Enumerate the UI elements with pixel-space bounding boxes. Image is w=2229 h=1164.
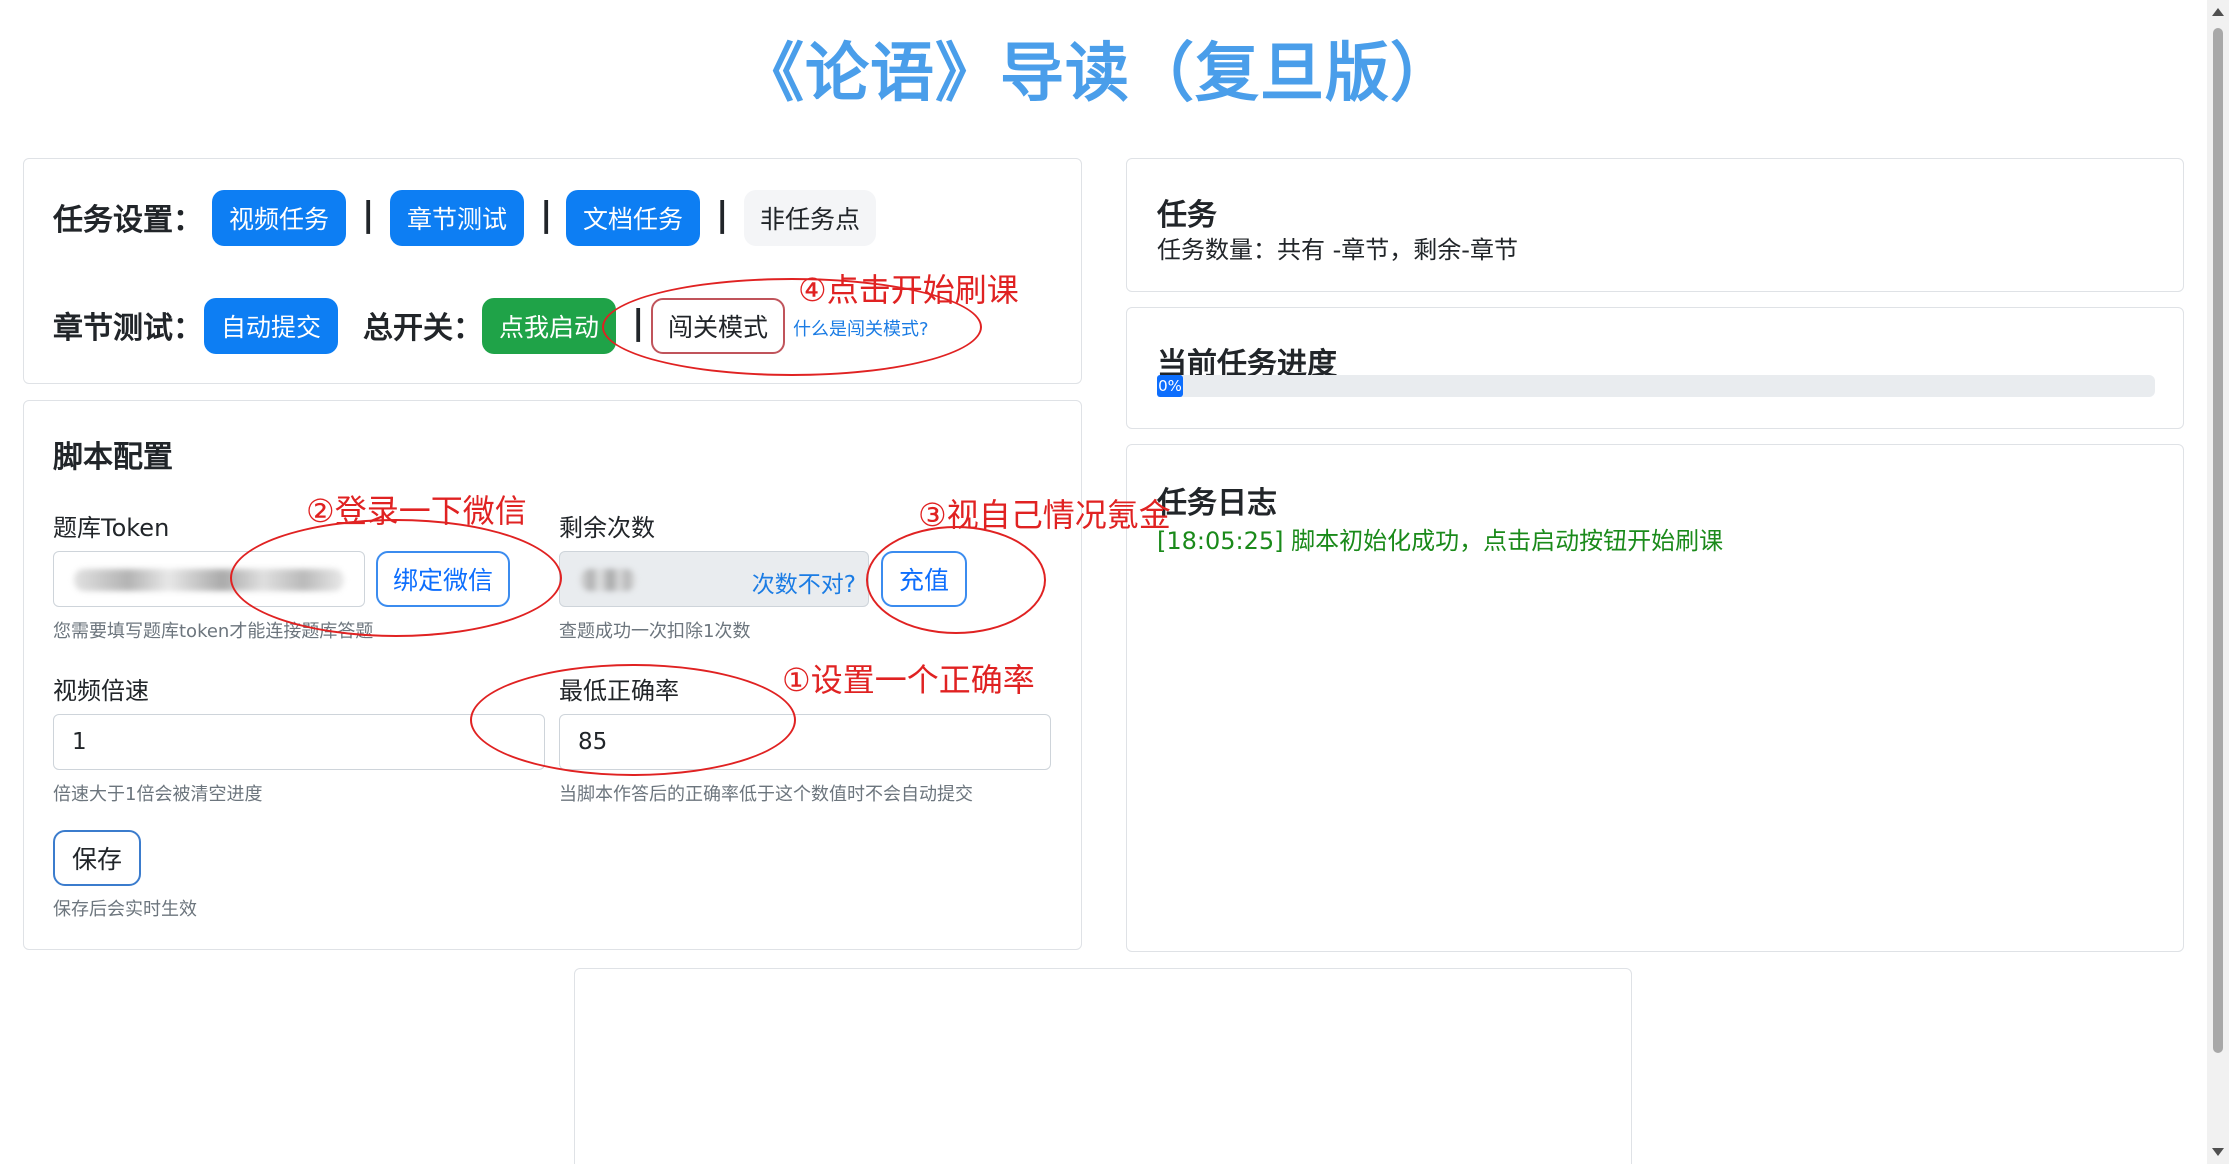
- annotation-ellipse-accuracy: [470, 664, 796, 776]
- auto-submit-button[interactable]: 自动提交: [204, 298, 338, 354]
- document-task-button[interactable]: 文档任务: [566, 190, 700, 246]
- annotation-step3: ③视自己情况氪金: [918, 496, 1171, 534]
- scrollbar-thumb[interactable]: [2213, 28, 2223, 1053]
- page-scrollbar[interactable]: [2207, 0, 2229, 1164]
- remaining-wrong-link[interactable]: 次数不对?: [752, 565, 856, 599]
- annotation-step4: ④点击开始刷课: [798, 271, 1019, 309]
- save-help: 保存后会实时生效: [53, 899, 197, 920]
- video-task-button[interactable]: 视频任务: [212, 190, 346, 246]
- accuracy-help: 当脚本作答后的正确率低于这个数值时不会自动提交: [559, 784, 973, 805]
- scroll-up-icon[interactable]: [2212, 8, 2224, 16]
- separator: |: [362, 195, 375, 235]
- page-title: 《论语》导读（复旦版）: [740, 37, 1455, 111]
- script-config-heading: 脚本配置: [53, 440, 173, 475]
- task-settings-label: 任务设置：: [53, 203, 203, 238]
- remaining-count-field: 次数不对?: [559, 551, 869, 607]
- save-button[interactable]: 保存: [53, 830, 141, 886]
- token-label: 题库Token: [53, 514, 170, 542]
- log-heading: 任务日志: [1157, 486, 1277, 521]
- start-button[interactable]: 点我启动: [482, 298, 616, 354]
- annotation-step1: ①设置一个正确率: [782, 661, 1035, 699]
- separator: |: [716, 195, 729, 235]
- annotation-ellipse-wechat: [230, 519, 562, 637]
- speed-label: 视频倍速: [53, 677, 149, 705]
- speed-help: 倍速大于1倍会被清空进度: [53, 784, 263, 805]
- chapter-test-button[interactable]: 章节测试: [390, 190, 524, 246]
- task-heading: 任务: [1157, 198, 1217, 233]
- bottom-empty-card: [574, 968, 1632, 1164]
- task-count-text: 任务数量：共有 -章节，剩余-章节: [1157, 236, 1518, 264]
- remaining-help: 查题成功一次扣除1次数: [559, 621, 751, 642]
- log-entry: [18:05:25] 脚本初始化成功，点击启动按钮开始刷课: [1157, 527, 1724, 555]
- chapter-test-label: 章节测试：: [53, 311, 203, 346]
- master-switch-label: 总开关：: [363, 311, 483, 346]
- progress-bar-track: [1157, 375, 2155, 397]
- annotation-ellipse-recharge: [866, 526, 1046, 634]
- progress-bar-fill: 0%: [1157, 375, 1183, 397]
- remaining-label: 剩余次数: [559, 514, 655, 542]
- task-panel: [1126, 158, 2184, 292]
- separator: |: [540, 195, 553, 235]
- annotation-step2: ②登录一下微信: [306, 492, 527, 530]
- scroll-down-icon[interactable]: [2212, 1148, 2224, 1156]
- remaining-redacted-value: [580, 569, 636, 591]
- non-task-point-button[interactable]: 非任务点: [744, 190, 876, 246]
